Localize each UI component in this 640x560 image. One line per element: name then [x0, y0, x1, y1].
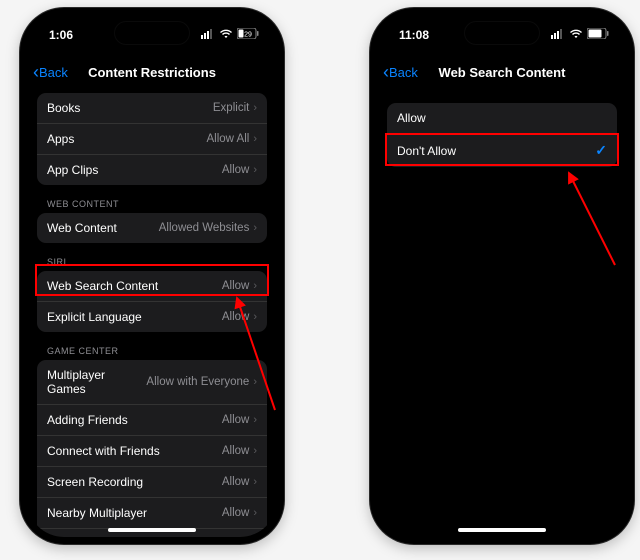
phone-frame-right: 11:08 ‹ Back Web Search Content [370, 8, 634, 544]
group-options: Allow Don't Allow ✓ [387, 103, 617, 167]
chevron-right-icon: › [253, 507, 257, 519]
signal-icon [201, 29, 215, 42]
checkmark-icon: ✓ [595, 142, 607, 159]
svg-text:29: 29 [244, 32, 252, 39]
home-indicator[interactable] [108, 528, 196, 532]
phone-frame-left: 1:06 29 ‹ Back Content Restrictions [20, 8, 284, 544]
settings-list: Books Explicit › Apps Allow All › App Cl… [27, 89, 277, 537]
row-screen-recording[interactable]: Screen Recording Allow › [37, 466, 267, 497]
dynamic-island [464, 21, 540, 45]
row-allow[interactable]: Allow [387, 103, 617, 133]
battery-icon: 29 [237, 28, 259, 42]
page-title: Web Search Content [385, 65, 619, 80]
wifi-icon [219, 29, 233, 42]
row-connect-with-friends[interactable]: Connect with Friends Allow › [37, 435, 267, 466]
wifi-icon [569, 29, 583, 42]
screen-left: 1:06 29 ‹ Back Content Restrictions [27, 15, 277, 537]
back-label: Back [39, 65, 68, 80]
section-game-center: GAME CENTER [37, 332, 267, 360]
chevron-right-icon: › [253, 164, 257, 176]
back-button[interactable]: ‹ Back [33, 63, 68, 81]
home-indicator[interactable] [458, 528, 546, 532]
group-store: Books Explicit › Apps Allow All › App Cl… [37, 93, 267, 185]
battery-icon [587, 28, 609, 42]
row-app-clips[interactable]: App Clips Allow › [37, 154, 267, 185]
row-dont-allow[interactable]: Don't Allow ✓ [387, 133, 617, 167]
group-web-content: Web Content Allowed Websites › [37, 213, 267, 243]
page-title: Content Restrictions [35, 65, 269, 80]
row-nearby-multiplayer[interactable]: Nearby Multiplayer Allow › [37, 497, 267, 528]
back-button[interactable]: ‹ Back [383, 63, 418, 81]
row-explicit-language[interactable]: Explicit Language Allow › [37, 301, 267, 332]
chevron-right-icon: › [253, 280, 257, 292]
row-adding-friends[interactable]: Adding Friends Allow › [37, 404, 267, 435]
dynamic-island [114, 21, 190, 45]
row-books[interactable]: Books Explicit › [37, 93, 267, 123]
chevron-right-icon: › [253, 311, 257, 323]
row-web-search-content[interactable]: Web Search Content Allow › [37, 271, 267, 301]
back-label: Back [389, 65, 418, 80]
chevron-right-icon: › [253, 102, 257, 114]
chevron-right-icon: › [253, 445, 257, 457]
nav-bar: ‹ Back Web Search Content [377, 55, 627, 89]
annotation-arrow [557, 165, 627, 275]
section-web-content: WEB CONTENT [37, 185, 267, 213]
screen-right: 11:08 ‹ Back Web Search Content [377, 15, 627, 537]
chevron-right-icon: › [253, 414, 257, 426]
signal-icon [551, 29, 565, 42]
group-siri: Web Search Content Allow › Explicit Lang… [37, 271, 267, 332]
chevron-right-icon: › [253, 133, 257, 145]
row-multiplayer-games[interactable]: Multiplayer Games Allow with Everyone › [37, 360, 267, 404]
group-game-center: Multiplayer Games Allow with Everyone › … [37, 360, 267, 537]
row-web-content[interactable]: Web Content Allowed Websites › [37, 213, 267, 243]
row-apps[interactable]: Apps Allow All › [37, 123, 267, 154]
nav-bar: ‹ Back Content Restrictions [27, 55, 277, 89]
section-siri: SIRI [37, 243, 267, 271]
chevron-right-icon: › [253, 476, 257, 488]
chevron-right-icon: › [253, 376, 257, 388]
chevron-right-icon: › [253, 222, 257, 234]
options-list: Allow Don't Allow ✓ [377, 89, 627, 167]
